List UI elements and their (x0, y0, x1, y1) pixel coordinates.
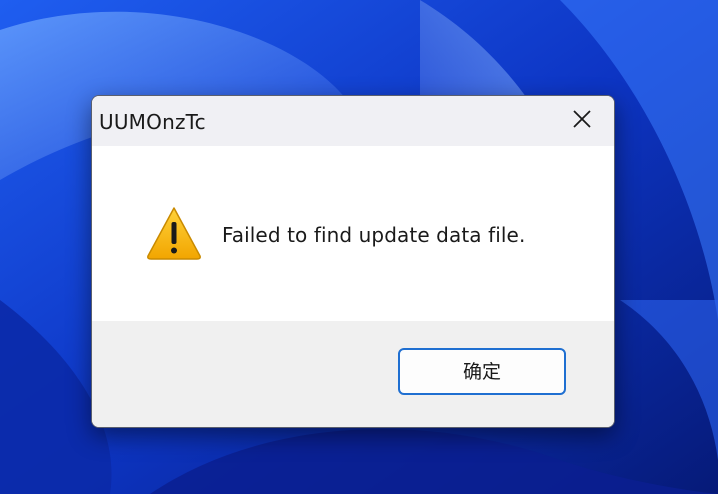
ok-button[interactable]: 确定 (398, 348, 566, 395)
message-dialog: UUMOnzTc Failed to find update data file… (91, 95, 615, 428)
dialog-title: UUMOnzTc (99, 110, 206, 134)
close-button[interactable] (548, 96, 614, 144)
title-bar: UUMOnzTc (92, 96, 614, 146)
dialog-content: Failed to find update data file. (92, 146, 614, 321)
close-icon (573, 110, 591, 128)
warning-icon (147, 207, 201, 260)
dialog-footer: 确定 (92, 321, 614, 427)
dialog-message: Failed to find update data file. (222, 223, 526, 247)
